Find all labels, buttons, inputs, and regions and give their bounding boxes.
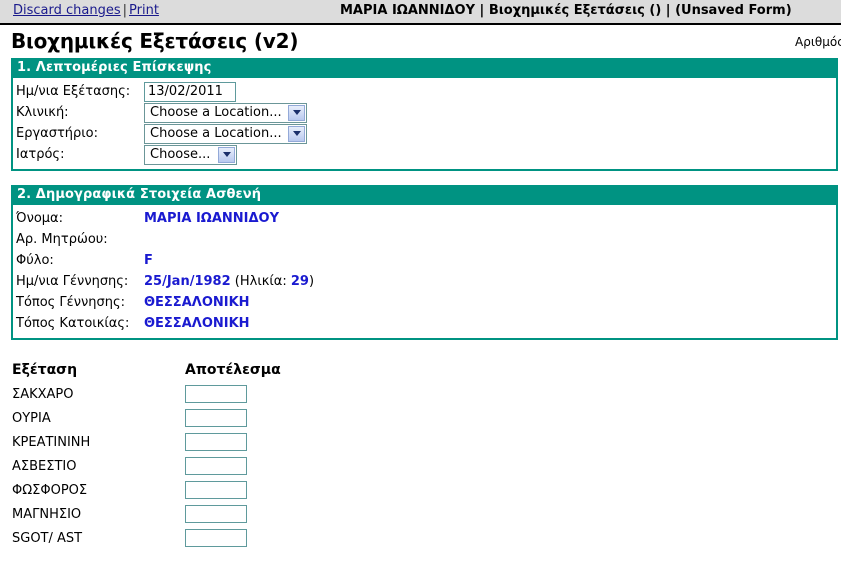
top-utility-bar: Discard changes | Print ΜΑΡΙΑ ΙΩΑΝΝΙΔΟΥ | …: [0, 0, 841, 25]
field-row-birthplace: Τόπος Γέννησης: ΘΕΣΣΑΛΟΝΙΚΗ: [13, 292, 836, 313]
table-row: SGOT/ AST: [12, 526, 841, 550]
lab-select-value: Choose a Location...: [150, 125, 282, 141]
chevron-down-icon[interactable]: [288, 125, 305, 142]
field-row-birthdate: Ημ/νια Γέννησης: 25/Jan/1982 (Ηλικία: 29…: [13, 271, 836, 292]
breadcrumb: ΜΑΡΙΑ ΙΩΑΝΝΙΔΟΥ | Βιοχημικές Εξετάσεις (…: [340, 3, 792, 18]
label-record-number: Αρ. Μητρώου:: [16, 232, 108, 247]
label-doctor: Ιατρός:: [16, 147, 65, 162]
label-residence: Τόπος Κατοικίας:: [16, 316, 130, 331]
label-lab: Εργαστήριο:: [16, 126, 99, 141]
exam-table-header: Εξέταση Αποτέλεσμα: [12, 358, 841, 382]
field-row-residence: Τόπος Κατοικίας: ΘΕΣΣΑΛΟΝΙΚΗ: [13, 313, 836, 334]
table-row: ΚΡΕΑΤΙΝΙΝΗ: [12, 430, 841, 454]
label-clinic: Κλινική:: [16, 105, 69, 120]
value-birthdate: 25/Jan/1982: [144, 274, 231, 289]
field-row-record-number: Αρ. Μητρώου:: [13, 229, 836, 250]
discard-changes-link[interactable]: Discard changes: [13, 3, 121, 18]
value-age: 29: [290, 274, 309, 289]
section-2-body: Όνομα: ΜΑΡΙΑ ΙΩΑΝΝΙΔΟΥ Αρ. Μητρώου: Φύλο…: [13, 205, 836, 338]
exam-results-table: Εξέταση Αποτέλεσμα ΣΑΚΧΑΡΟ ΟΥΡΙΑ ΚΡΕΑΤΙΝ…: [0, 358, 841, 550]
exam-name: ΜΑΓΝΗΣΙΟ: [12, 506, 82, 522]
exam-name: ΚΡΕΑΤΙΝΙΝΗ: [12, 434, 91, 450]
column-header-exam: Εξέταση: [12, 362, 78, 378]
clinic-select-value: Choose a Location...: [150, 104, 282, 120]
value-birthplace: ΘΕΣΣΑΛΟΝΙΚΗ: [144, 295, 250, 310]
exam-name: ΦΩΣΦΟΡΟΣ: [12, 482, 88, 498]
age-suffix: ): [308, 274, 315, 289]
exam-result-input[interactable]: [185, 409, 247, 427]
age-prefix: (Ηλικία:: [230, 274, 291, 289]
table-row: ΜΑΓΝΗΣΙΟ: [12, 502, 841, 526]
exam-name: ΣΑΚΧΑΡΟ: [12, 386, 74, 402]
exam-result-input[interactable]: [185, 385, 247, 403]
exam-result-input[interactable]: [185, 481, 247, 499]
field-row-gender: Φύλο: F: [13, 250, 836, 271]
lab-select[interactable]: Choose a Location...: [144, 123, 307, 144]
table-row: ΦΩΣΦΟΡΟΣ: [12, 478, 841, 502]
chevron-down-icon[interactable]: [218, 146, 235, 163]
topbar-links: Discard changes | Print: [13, 3, 159, 18]
value-birthdate-group: 25/Jan/1982 (Ηλικία: 29): [144, 274, 314, 289]
exam-name: SGOT/ AST: [12, 530, 83, 546]
table-row: ΣΑΚΧΑΡΟ: [12, 382, 841, 406]
label-gender: Φύλο:: [16, 253, 54, 268]
table-row: ΑΣΒΕΣΤΙΟ: [12, 454, 841, 478]
doctor-select[interactable]: Choose...: [144, 144, 237, 165]
field-row-doctor: Ιατρός: Choose...: [13, 144, 836, 165]
exam-result-input[interactable]: [185, 505, 247, 523]
table-row: ΟΥΡΙΑ: [12, 406, 841, 430]
record-number-label: Αριθμός: [795, 35, 841, 49]
doctor-select-value: Choose...: [150, 146, 211, 162]
section-1-header: 1. Λεπτομέριες Επίσκεψης: [11, 58, 838, 78]
section-visit-details: 1. Λεπτομέριες Επίσκεψης Ημ/νια Εξέτασης…: [11, 58, 838, 171]
exam-result-input[interactable]: [185, 433, 247, 451]
field-row-lab: Εργαστήριο: Choose a Location...: [13, 123, 836, 144]
label-birthdate: Ημ/νια Γέννησης:: [16, 274, 129, 289]
topbar-separator: |: [122, 3, 128, 18]
value-residence: ΘΕΣΣΑΛΟΝΙΚΗ: [144, 316, 250, 331]
field-row-name: Όνομα: ΜΑΡΙΑ ΙΩΑΝΝΙΔΟΥ: [13, 208, 836, 229]
field-row-clinic: Κλινική: Choose a Location...: [13, 102, 836, 123]
section-patient-demographics: 2. Δημογραφικά Στοιχεία Ασθενή Όνομα: ΜΑ…: [11, 185, 838, 340]
value-name: ΜΑΡΙΑ ΙΩΑΝΝΙΔΟΥ: [144, 211, 280, 226]
title-row: Βιοχημικές Εξετάσεις (v2) Αριθμός: [0, 25, 841, 58]
value-gender: F: [144, 253, 153, 268]
column-header-result: Αποτέλεσμα: [185, 362, 281, 378]
chevron-down-icon[interactable]: [288, 104, 305, 121]
exam-result-input[interactable]: [185, 529, 247, 547]
exam-name: ΟΥΡΙΑ: [12, 410, 51, 426]
clinic-select[interactable]: Choose a Location...: [144, 102, 307, 123]
print-link[interactable]: Print: [129, 3, 159, 18]
page-title: Βιοχημικές Εξετάσεις (v2): [11, 29, 299, 53]
label-exam-date: Ημ/νια Εξέτασης:: [16, 84, 131, 99]
label-birthplace: Τόπος Γέννησης:: [16, 295, 125, 310]
exam-name: ΑΣΒΕΣΤΙΟ: [12, 458, 77, 474]
exam-date-input[interactable]: [144, 81, 236, 102]
field-row-exam-date: Ημ/νια Εξέτασης:: [13, 81, 836, 102]
section-1-body: Ημ/νια Εξέτασης: Κλινική: Choose a Locat…: [13, 78, 836, 169]
exam-result-input[interactable]: [185, 457, 247, 475]
section-2-header: 2. Δημογραφικά Στοιχεία Ασθενή: [11, 185, 838, 205]
label-name: Όνομα:: [16, 211, 63, 226]
